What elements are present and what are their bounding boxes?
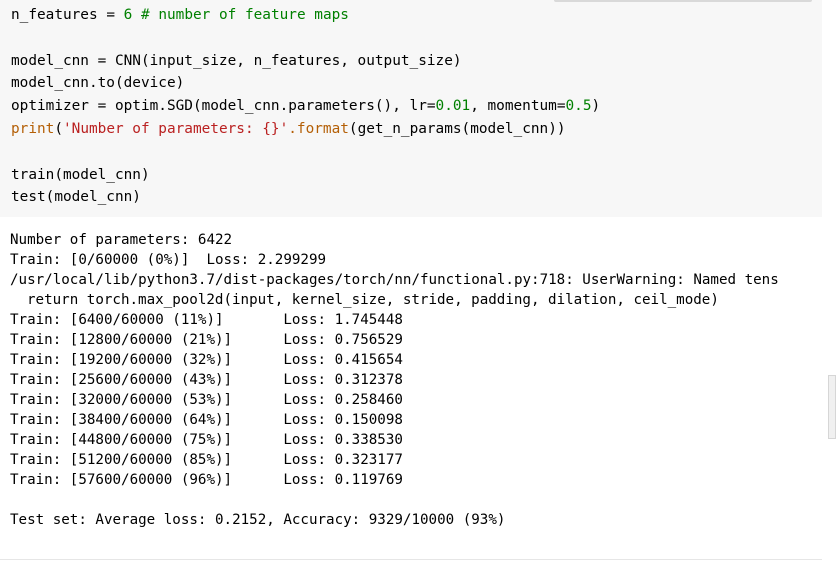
- code-line-print: print('Number of parameters: {}'.format(…: [11, 118, 822, 141]
- output-line: Train: [12800/60000 (21%)] Loss: 0.75652…: [10, 332, 403, 348]
- code-token: ): [591, 98, 601, 115]
- code-comment: # number of feature maps: [141, 7, 349, 23]
- cell-output: Number of parameters: 6422 Train: [0/600…: [10, 230, 836, 530]
- code-cell[interactable]: n_features = 6 # number of feature maps …: [0, 0, 822, 217]
- code-token: (get_n_params(model_cnn)): [348, 120, 566, 137]
- cell-divider: [0, 559, 822, 560]
- output-line: Train: [25600/60000 (43%)] Loss: 0.31237…: [10, 372, 403, 388]
- code-token: (: [54, 120, 63, 137]
- code-token: optimizer = optim.SGD(model_cnn.paramete…: [11, 98, 436, 115]
- code-token: train(model_cnn): [11, 166, 150, 183]
- code-token: , momentum=: [470, 98, 566, 115]
- code-line-optimizer: optimizer = optim.SGD(model_cnn.paramete…: [11, 95, 822, 118]
- output-line-blank: [10, 490, 836, 510]
- output-line: Train: [6400/60000 (11%)] Loss: 1.745448: [10, 312, 403, 328]
- code-line-model: model_cnn = CNN(input_size, n_features, …: [11, 50, 822, 73]
- output-line: Number of parameters: 6422: [10, 232, 233, 248]
- output-line: Train: [44800/60000 (75%)] Loss: 0.33853…: [10, 432, 403, 448]
- code-keyword: print: [11, 120, 55, 137]
- code-line-n-features: n_features = 6 # number of feature maps: [11, 4, 822, 27]
- code-number: 0.01: [435, 98, 471, 115]
- code-operator: =: [106, 7, 115, 23]
- output-line: Train: [51200/60000 (85%)] Loss: 0.32317…: [10, 452, 403, 468]
- cell-top-tab: [554, 0, 812, 2]
- code-line-to-device: model_cnn.to(device): [11, 72, 822, 95]
- code-token: n_features: [11, 7, 98, 23]
- code-line-train: train(model_cnn): [11, 164, 822, 187]
- horizontal-scrollbar-thumb[interactable]: [828, 375, 836, 439]
- code-token: test(model_cnn): [11, 189, 141, 206]
- code-method: .format: [288, 120, 349, 137]
- output-line-warning: /usr/local/lib/python3.7/dist-packages/t…: [10, 272, 779, 288]
- code-string: 'Number of parameters: {}': [63, 120, 289, 137]
- output-line-warning-source: return torch.max_pool2d(input, kernel_si…: [27, 292, 719, 308]
- output-line: Train: [32000/60000 (53%)] Loss: 0.25846…: [10, 392, 403, 408]
- output-line: Train: [19200/60000 (32%)] Loss: 0.41565…: [10, 352, 403, 368]
- code-number: 6: [123, 7, 133, 23]
- code-line-test: test(model_cnn): [11, 186, 822, 209]
- code-token: model_cnn = CNN(input_size, n_features, …: [11, 52, 462, 69]
- code-token: model_cnn.to(device): [11, 75, 185, 92]
- output-line-test-result: Test set: Average loss: 0.2152, Accuracy…: [10, 512, 506, 528]
- output-line: Train: [57600/60000 (96%)] Loss: 0.11976…: [10, 472, 403, 488]
- code-number: 0.5: [565, 98, 592, 115]
- output-line: Train: [0/60000 (0%)] Loss: 2.299299: [10, 252, 327, 268]
- output-line: Train: [38400/60000 (64%)] Loss: 0.15009…: [10, 412, 403, 428]
